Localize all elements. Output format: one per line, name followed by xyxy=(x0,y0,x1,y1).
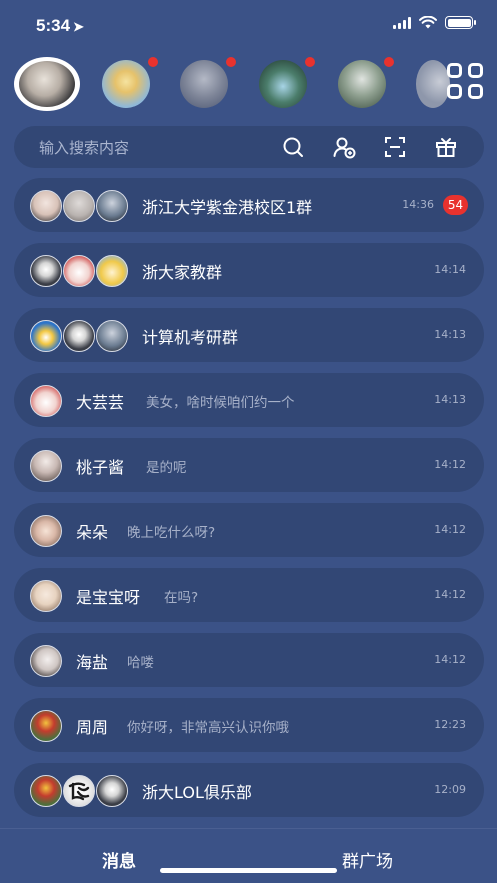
chat-name: 周周 xyxy=(76,718,109,737)
story-avatar[interactable] xyxy=(99,57,159,111)
avatar xyxy=(259,60,307,108)
avatar xyxy=(30,775,62,807)
chat-name: 浙大LOL俱乐部 xyxy=(142,783,252,802)
avatar xyxy=(30,320,62,352)
unread-dot xyxy=(383,57,395,68)
wifi-icon xyxy=(419,16,437,29)
chat-row[interactable]: 是宝宝呀 在吗? 14:12 xyxy=(14,568,484,622)
chat-time: 14:12 xyxy=(434,588,466,601)
chat-time: 14:14 xyxy=(434,263,466,276)
avatar xyxy=(63,775,95,807)
story-avatar[interactable] xyxy=(335,57,395,111)
chat-name: 大芸芸 xyxy=(76,393,125,412)
chat-time: 12:23 xyxy=(434,718,466,731)
chat-name: 海盐 xyxy=(76,653,109,672)
avatar xyxy=(338,60,386,108)
avatar xyxy=(30,515,62,547)
avatar xyxy=(96,775,128,807)
chat-row[interactable]: 周周 你好呀，非常高兴认识你哦 12:23 xyxy=(14,698,484,752)
tab-group-square[interactable]: 群广场 xyxy=(342,847,393,872)
tab-messages[interactable]: 消息 xyxy=(102,847,136,872)
avatar xyxy=(30,450,62,482)
chat-time: 14:13 xyxy=(434,328,466,341)
chat-row-group[interactable]: 计算机考研群 14:13 xyxy=(14,308,484,362)
chat-last-message: 美女，啥时候咱们约一个 xyxy=(146,395,295,411)
story-avatar[interactable] xyxy=(177,57,237,111)
avatar xyxy=(30,255,62,287)
chat-last-message: 晚上吃什么呀? xyxy=(127,525,216,541)
chat-last-message: 你好呀，非常高兴认识你哦 xyxy=(127,720,289,736)
status-indicators xyxy=(393,16,476,29)
unread-badge: 54 xyxy=(443,195,468,215)
avatar xyxy=(19,61,75,107)
story-avatar[interactable] xyxy=(256,57,316,111)
avatar xyxy=(63,190,95,222)
chat-time: 14:12 xyxy=(434,653,466,666)
search-input[interactable]: 输入搜索内容 xyxy=(39,137,129,158)
story-avatar-active[interactable] xyxy=(14,57,80,111)
chat-row[interactable]: 桃子酱 是的呢 14:12 xyxy=(14,438,484,492)
chat-time: 14:13 xyxy=(434,393,466,406)
avatar xyxy=(96,255,128,287)
unread-dot xyxy=(304,57,316,68)
avatar xyxy=(96,190,128,222)
avatar xyxy=(416,60,450,108)
chat-last-message: 是的呢 xyxy=(146,460,187,476)
chat-last-message: 哈喽 xyxy=(127,655,154,671)
search-bar: 输入搜索内容 xyxy=(14,126,484,168)
avatar xyxy=(96,320,128,352)
scan-icon[interactable] xyxy=(383,135,407,159)
avatar xyxy=(30,385,62,417)
signal-icon xyxy=(393,16,411,29)
grid-menu-icon[interactable] xyxy=(447,63,483,99)
avatar xyxy=(30,580,62,612)
stories-row xyxy=(0,57,497,112)
calligraphy-mark xyxy=(68,782,90,801)
home-indicator[interactable] xyxy=(160,868,337,873)
chat-row-group[interactable]: 浙大家教群 14:14 xyxy=(14,243,484,297)
chat-time: 14:36 xyxy=(402,198,434,211)
chat-name: 朵朵 xyxy=(76,523,109,542)
chat-row-group[interactable]: 浙江大学紫金港校区1群 14:36 54 xyxy=(14,178,484,232)
add-friend-icon[interactable] xyxy=(332,135,356,159)
avatar xyxy=(30,190,62,222)
location-arrow-icon: ➤ xyxy=(73,19,84,34)
chat-time: 14:12 xyxy=(434,458,466,471)
battery-icon xyxy=(445,16,476,29)
chat-row[interactable]: 朵朵 晚上吃什么呀? 14:12 xyxy=(14,503,484,557)
unread-dot xyxy=(225,57,237,68)
avatar xyxy=(63,320,95,352)
avatar xyxy=(180,60,228,108)
chat-time: 14:12 xyxy=(434,523,466,536)
unread-dot xyxy=(147,57,159,68)
chat-name: 浙大家教群 xyxy=(142,263,223,282)
chat-time: 12:09 xyxy=(434,783,466,796)
avatar xyxy=(102,60,150,108)
avatar xyxy=(63,255,95,287)
chat-row[interactable]: 大芸芸 美女，啥时候咱们约一个 14:13 xyxy=(14,373,484,427)
search-icon[interactable] xyxy=(281,135,305,159)
avatar xyxy=(30,710,62,742)
status-time: 5:34 ➤ xyxy=(36,16,84,36)
chat-last-message: 在吗? xyxy=(164,590,199,606)
chat-row[interactable]: 海盐 哈喽 14:12 xyxy=(14,633,484,687)
chat-row-group[interactable]: 浙大LOL俱乐部 12:09 xyxy=(14,763,484,817)
gift-box-icon[interactable] xyxy=(434,135,458,159)
bottom-tab-bar: 消息 群广场 xyxy=(0,828,497,883)
clock-text: 5:34 xyxy=(36,16,71,35)
status-bar: 5:34 ➤ xyxy=(0,0,497,50)
chat-name: 浙江大学紫金港校区1群 xyxy=(142,198,313,217)
chat-name: 桃子酱 xyxy=(76,458,125,477)
chat-name: 计算机考研群 xyxy=(142,328,239,347)
chat-name: 是宝宝呀 xyxy=(76,588,141,607)
avatar xyxy=(30,645,62,677)
